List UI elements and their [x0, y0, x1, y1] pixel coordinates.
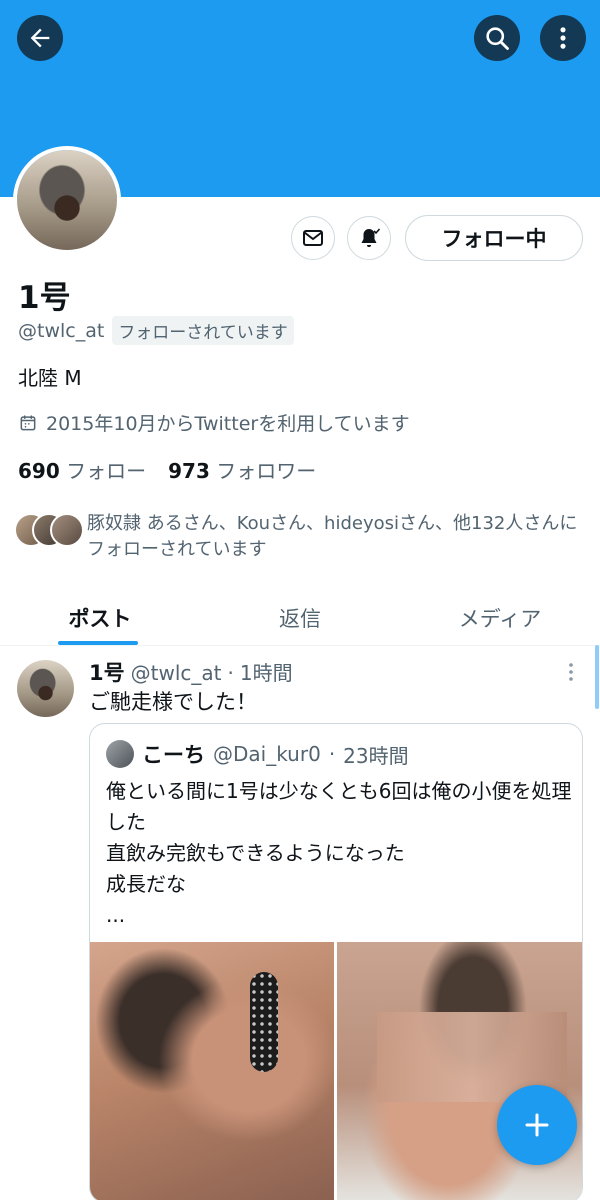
tab-posts[interactable]: ポスト — [0, 590, 200, 645]
search-button[interactable] — [474, 15, 520, 61]
search-icon — [486, 27, 509, 50]
bell-subscribed-icon — [361, 228, 381, 247]
followers-count: 973 — [168, 459, 210, 483]
mutual-followers-text[interactable]: 豚奴隷 あるさん、Kouさん、hideyosiさん、他132人さんにフォローされ… — [87, 511, 587, 563]
joined-date: 2015年10月からTwitterを利用しています — [18, 409, 410, 436]
post-header: 1号 @twlc_at · 1時間 — [89, 657, 293, 687]
follow-stats: 690 フォロー 973 フォロワー — [18, 455, 316, 484]
back-arrow-icon — [30, 28, 50, 48]
quote-media-image[interactable] — [90, 942, 334, 1200]
profile-avatar[interactable] — [13, 146, 121, 254]
quote-author-handle: @Dai_kur0 — [213, 742, 321, 766]
mutual-avatars[interactable] — [14, 513, 84, 547]
message-button[interactable] — [291, 216, 335, 260]
more-button[interactable] — [540, 15, 586, 61]
profile-handle: @twlc_at — [18, 319, 105, 342]
quote-text: 俺といる間に1号は少なくとも6回は俺の小便を処理した 直飲み完飲もできるようにな… — [106, 776, 576, 931]
profile-tabs: ポスト 返信 メディア — [0, 590, 600, 646]
following-button[interactable]: フォロー中 — [405, 215, 583, 261]
following-label: フォロー — [66, 459, 147, 483]
calendar-icon — [20, 415, 36, 430]
post-author-handle: @twlc_at — [130, 661, 222, 685]
quote-author-name: こーち — [142, 743, 205, 767]
post-author-avatar[interactable] — [17, 660, 74, 717]
following-link[interactable]: 690 フォロー — [18, 455, 146, 484]
post-text: ご馳走様でした！ — [89, 690, 257, 714]
quote-line: 俺といる間に1号は少なくとも6回は俺の小便を処理した — [106, 779, 572, 834]
back-button[interactable] — [17, 15, 63, 61]
quote-header: こーち @Dai_kur0 · 23時間 — [106, 739, 409, 769]
quote-author-avatar — [106, 740, 134, 768]
handle-row: @twlc_at フォローされています — [18, 316, 294, 345]
followers-link[interactable]: 973 フォロワー — [168, 455, 316, 484]
following-count: 690 — [18, 459, 60, 483]
quote-line: 成長だな — [106, 872, 186, 896]
notifications-button[interactable] — [347, 216, 391, 260]
scroll-indicator — [595, 645, 599, 709]
profile-bio: 北陸 M — [18, 366, 82, 390]
joined-text: 2015年10月からTwitterを利用しています — [46, 413, 410, 435]
post-time: 1時間 — [239, 661, 293, 685]
quote-time: 23時間 — [343, 743, 409, 768]
quote-line: ... — [106, 903, 126, 927]
tab-replies[interactable]: 返信 — [200, 590, 400, 645]
plus-icon — [525, 1113, 549, 1137]
followers-label: フォロワー — [216, 459, 317, 483]
post-author-name[interactable]: 1号 — [89, 657, 125, 687]
more-vertical-icon — [560, 27, 566, 49]
follows-you-badge: フォローされています — [112, 316, 294, 345]
tab-media[interactable]: メディア — [400, 590, 600, 645]
separator-dot: · — [227, 661, 234, 685]
separator-dot: · — [328, 742, 336, 766]
compose-button[interactable] — [497, 1085, 577, 1165]
profile-name: 1号 — [18, 280, 71, 316]
quote-line: 直飲み完飲もできるようになった — [106, 841, 405, 865]
post-more-icon[interactable] — [562, 660, 580, 684]
mail-icon — [303, 230, 323, 246]
avatar — [50, 513, 84, 547]
